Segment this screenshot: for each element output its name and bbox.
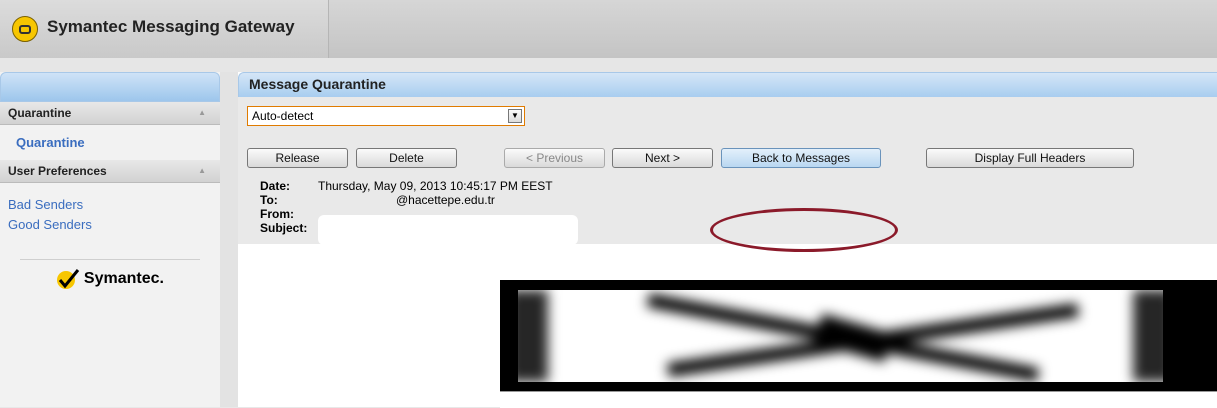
brand-area: Symantec Messaging Gateway bbox=[0, 0, 329, 58]
checkmark-icon bbox=[57, 269, 80, 289]
sidebar-item-bad-senders[interactable]: Bad Senders bbox=[8, 197, 83, 212]
back-to-messages-button[interactable]: Back to Messages bbox=[721, 148, 881, 168]
page-title: Message Quarantine bbox=[238, 72, 1217, 97]
chevron-down-icon[interactable]: ▼ bbox=[508, 109, 522, 123]
app-title: Symantec Messaging Gateway bbox=[47, 17, 295, 36]
to-label: To: bbox=[260, 193, 278, 207]
sidebar-item-quarantine[interactable]: Quarantine bbox=[16, 135, 85, 150]
delete-button[interactable]: Delete bbox=[356, 148, 457, 168]
sidebar-header bbox=[0, 72, 220, 102]
date-value: Thursday, May 09, 2013 10:45:17 PM EEST bbox=[318, 179, 553, 193]
divider bbox=[20, 259, 200, 260]
display-full-headers-button[interactable]: Display Full Headers bbox=[926, 148, 1134, 168]
message-body bbox=[238, 244, 1217, 408]
message-headers: Date: Thursday, May 09, 2013 10:45:17 PM … bbox=[238, 177, 1217, 245]
date-label: Date: bbox=[260, 179, 291, 193]
from-label: From: bbox=[260, 207, 294, 221]
image-footer bbox=[500, 391, 1217, 408]
previous-button[interactable]: < Previous bbox=[504, 148, 605, 168]
to-value: @hacettepe.edu.tr bbox=[396, 193, 495, 207]
vendor-logo-text: Symantec. bbox=[83, 270, 164, 287]
chevron-up-icon[interactable]: ▲ bbox=[198, 160, 206, 182]
sidebar-section-user-preferences[interactable]: User Preferences ▲ bbox=[0, 160, 220, 183]
top-bar: Symantec Messaging Gateway bbox=[0, 0, 1217, 59]
top-strip bbox=[0, 58, 1217, 72]
release-button[interactable]: Release bbox=[247, 148, 348, 168]
sidebar-section-quarantine[interactable]: Quarantine ▲ bbox=[0, 102, 220, 125]
envelope-icon bbox=[12, 16, 38, 42]
section-title: Quarantine bbox=[8, 106, 72, 120]
encoding-select[interactable]: Auto-detect ▼ bbox=[247, 106, 525, 126]
next-button[interactable]: Next > bbox=[612, 148, 713, 168]
sidebar: Quarantine ▲ Quarantine User Preferences… bbox=[0, 72, 220, 407]
separator bbox=[220, 72, 238, 407]
chevron-up-icon[interactable]: ▲ bbox=[198, 102, 206, 124]
message-image bbox=[500, 280, 1217, 408]
redacted-area bbox=[318, 215, 578, 245]
blurred-x-graphic bbox=[518, 290, 1163, 382]
section-title: User Preferences bbox=[8, 164, 107, 178]
vendor-logo: Symantec. bbox=[0, 268, 220, 290]
subject-label: Subject: bbox=[260, 221, 308, 235]
main-panel: Message Quarantine Auto-detect ▼ Release… bbox=[238, 72, 1217, 408]
select-value: Auto-detect bbox=[252, 109, 314, 123]
sidebar-item-good-senders[interactable]: Good Senders bbox=[8, 217, 92, 232]
image-content bbox=[518, 290, 1163, 382]
